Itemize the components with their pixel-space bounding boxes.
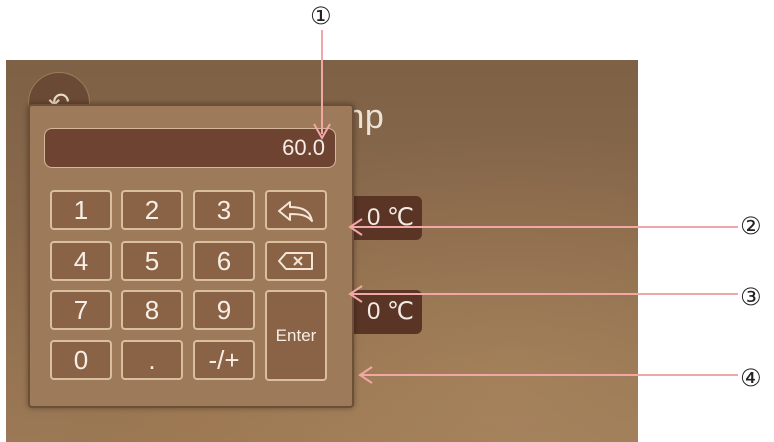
callout-4: ④	[740, 364, 762, 392]
callout-line-1	[321, 30, 323, 134]
key-dot[interactable]: .	[121, 340, 183, 380]
key-3[interactable]: 3	[193, 190, 255, 230]
key-4[interactable]: 4	[50, 241, 112, 281]
temperature-field-2[interactable]: 0 ℃	[342, 290, 422, 334]
temperature-field-1[interactable]: 0 ℃	[342, 196, 422, 240]
callout-3: ③	[740, 283, 762, 311]
enter-key[interactable]: Enter	[265, 290, 327, 381]
key-2[interactable]: 2	[121, 190, 183, 230]
key-7[interactable]: 7	[50, 290, 112, 330]
key-8[interactable]: 8	[121, 290, 183, 330]
callout-line-2	[350, 226, 738, 228]
backspace-x-icon	[278, 252, 313, 270]
key-sign-toggle[interactable]: -/+	[193, 340, 255, 380]
key-6[interactable]: 6	[193, 241, 255, 281]
key-0[interactable]: 0	[50, 340, 112, 380]
key-9[interactable]: 9	[193, 290, 255, 330]
numeric-keypad: 60.0 1 2 3 4 5 6 7 8 9 Enter 0 . -/+	[28, 104, 354, 408]
callout-1: ①	[310, 2, 332, 30]
return-arrow-icon	[278, 201, 313, 222]
callout-line-4	[360, 374, 738, 376]
key-5[interactable]: 5	[121, 241, 183, 281]
callout-line-3	[350, 293, 738, 295]
return-key[interactable]	[265, 190, 327, 230]
callout-2: ②	[740, 212, 762, 240]
key-1[interactable]: 1	[50, 190, 112, 230]
backspace-key[interactable]	[265, 241, 327, 281]
keypad-display: 60.0	[44, 128, 336, 168]
